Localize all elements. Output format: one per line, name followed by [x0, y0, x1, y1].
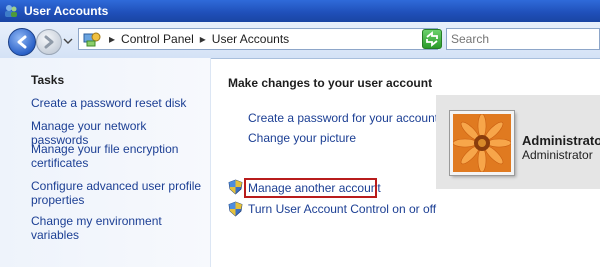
search-input[interactable]	[446, 28, 600, 50]
flower-picture-icon	[453, 114, 511, 172]
window-title: User Accounts	[24, 4, 109, 18]
address-separator: ▸	[199, 32, 206, 46]
tasks-heading: Tasks	[31, 73, 65, 87]
breadcrumb-user-accounts[interactable]: User Accounts	[212, 32, 289, 46]
refresh-icon	[426, 31, 438, 47]
configure-advanced-user-profile-link[interactable]: Configure advanced user profile properti…	[31, 179, 206, 207]
back-button[interactable]	[8, 28, 36, 56]
change-picture-link[interactable]: Change your picture	[248, 131, 356, 145]
user-accounts-icon	[5, 5, 17, 17]
address-bar[interactable]: ▸ Control Panel ▸ User Accounts	[78, 28, 438, 50]
page-title: Make changes to your user account	[228, 76, 433, 90]
history-dropdown-icon[interactable]	[63, 36, 73, 46]
navigation-bar: ▸ Control Panel ▸ User Accounts	[0, 22, 600, 59]
highlight-box	[244, 178, 377, 198]
create-password-reset-disk-link[interactable]: Create a password reset disk	[31, 96, 206, 110]
control-panel-icon	[83, 32, 101, 47]
manage-file-encryption-certificates-link[interactable]: Manage your file encryption certificates	[31, 142, 206, 170]
title-bar: User Accounts	[0, 0, 600, 22]
uac-shield-icon	[228, 179, 243, 195]
refresh-button[interactable]	[422, 29, 442, 49]
user-avatar[interactable]	[450, 111, 514, 175]
user-account-panel: Administrator Administrator	[436, 95, 600, 189]
turn-uac-on-off-link[interactable]: Turn User Account Control on or off	[248, 202, 436, 216]
breadcrumb-control-panel[interactable]: Control Panel	[121, 32, 194, 46]
forward-arrow-icon	[44, 35, 54, 49]
change-environment-variables-link[interactable]: Change my environment variables	[31, 214, 206, 242]
create-password-link[interactable]: Create a password for your account	[248, 111, 438, 125]
address-separator: ▸	[109, 32, 116, 46]
user-name: Administrator	[522, 133, 600, 148]
user-role: Administrator	[522, 148, 593, 162]
back-arrow-icon	[17, 35, 27, 49]
uac-shield-icon	[228, 201, 243, 217]
forward-button[interactable]	[36, 29, 62, 55]
